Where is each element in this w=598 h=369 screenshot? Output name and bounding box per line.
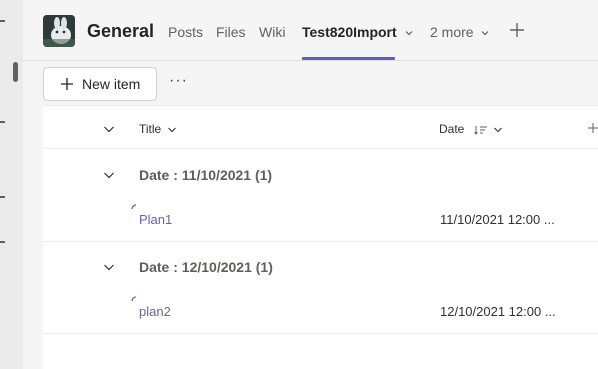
avatar-image-icon: [43, 15, 75, 47]
new-item-button[interactable]: New item: [43, 67, 157, 101]
left-rail: [0, 0, 23, 369]
tab-label: 2 more: [430, 24, 474, 40]
rail-marker: [0, 121, 5, 123]
column-header-title[interactable]: Title: [139, 122, 177, 136]
row-title-link[interactable]: Plan1: [139, 212, 172, 227]
add-column-plus-icon[interactable]: [587, 122, 598, 134]
row-date: 12/10/2021 12:00 ...: [440, 304, 556, 319]
more-options-button[interactable]: ···: [169, 72, 188, 90]
chevron-down-icon: [494, 127, 502, 133]
group-collapse-chevron-icon[interactable]: [103, 261, 115, 273]
group-collapse-chevron-icon[interactable]: [103, 169, 115, 181]
table-row[interactable]: plan2 12/10/2021 12:00 ...: [43, 290, 598, 334]
table-row[interactable]: Plan1 11/10/2021 12:00 ...: [43, 198, 598, 242]
chevron-down-icon: [167, 127, 176, 133]
command-bar: New item ···: [43, 62, 598, 106]
chevron-down-icon: [405, 31, 412, 36]
group-header[interactable]: Date : 12/10/2021 (1): [43, 243, 598, 291]
new-item-label: New item: [82, 76, 141, 92]
plus-icon: [61, 78, 73, 90]
rail-marker: [0, 196, 5, 198]
column-date-label: Date: [439, 122, 465, 136]
list-panel: New item ··· Title Date Date : 11/10/202…: [43, 62, 598, 369]
tab-wiki[interactable]: Wiki: [259, 24, 285, 40]
rail-marker: [0, 20, 5, 22]
tab-more[interactable]: 2 more: [430, 24, 490, 40]
tab-label: Test820Import: [302, 24, 397, 40]
teams-window: General Posts Files Wiki Test820Import 2…: [0, 0, 598, 369]
active-tab-indicator: [302, 57, 395, 60]
add-tab-plus-icon[interactable]: [508, 21, 526, 39]
group-label: Date : 12/10/2021 (1): [139, 259, 273, 275]
chevron-down-icon: [482, 31, 489, 36]
column-header-date[interactable]: Date: [439, 122, 503, 136]
tab-posts[interactable]: Posts: [168, 24, 203, 40]
group-label: Date : 11/10/2021 (1): [139, 167, 273, 183]
group-header[interactable]: Date : 11/10/2021 (1): [43, 151, 598, 199]
channel-name: General: [87, 21, 155, 41]
row-title-link[interactable]: plan2: [139, 304, 171, 319]
column-title-label: Title: [139, 122, 162, 136]
collapse-all-chevron-icon[interactable]: [103, 123, 115, 135]
team-avatar[interactable]: [43, 15, 75, 47]
row-date: 11/10/2021 12:00 ...: [440, 212, 555, 227]
column-header-row: Title Date: [43, 107, 598, 149]
tab-files[interactable]: Files: [216, 24, 246, 40]
tab-test820import[interactable]: Test820Import: [302, 24, 414, 40]
sort-icon: [473, 125, 487, 135]
rail-scrollbar[interactable]: [13, 62, 18, 82]
rail-marker: [0, 241, 5, 243]
channel-header: General Posts Files Wiki Test820Import 2…: [23, 0, 598, 61]
